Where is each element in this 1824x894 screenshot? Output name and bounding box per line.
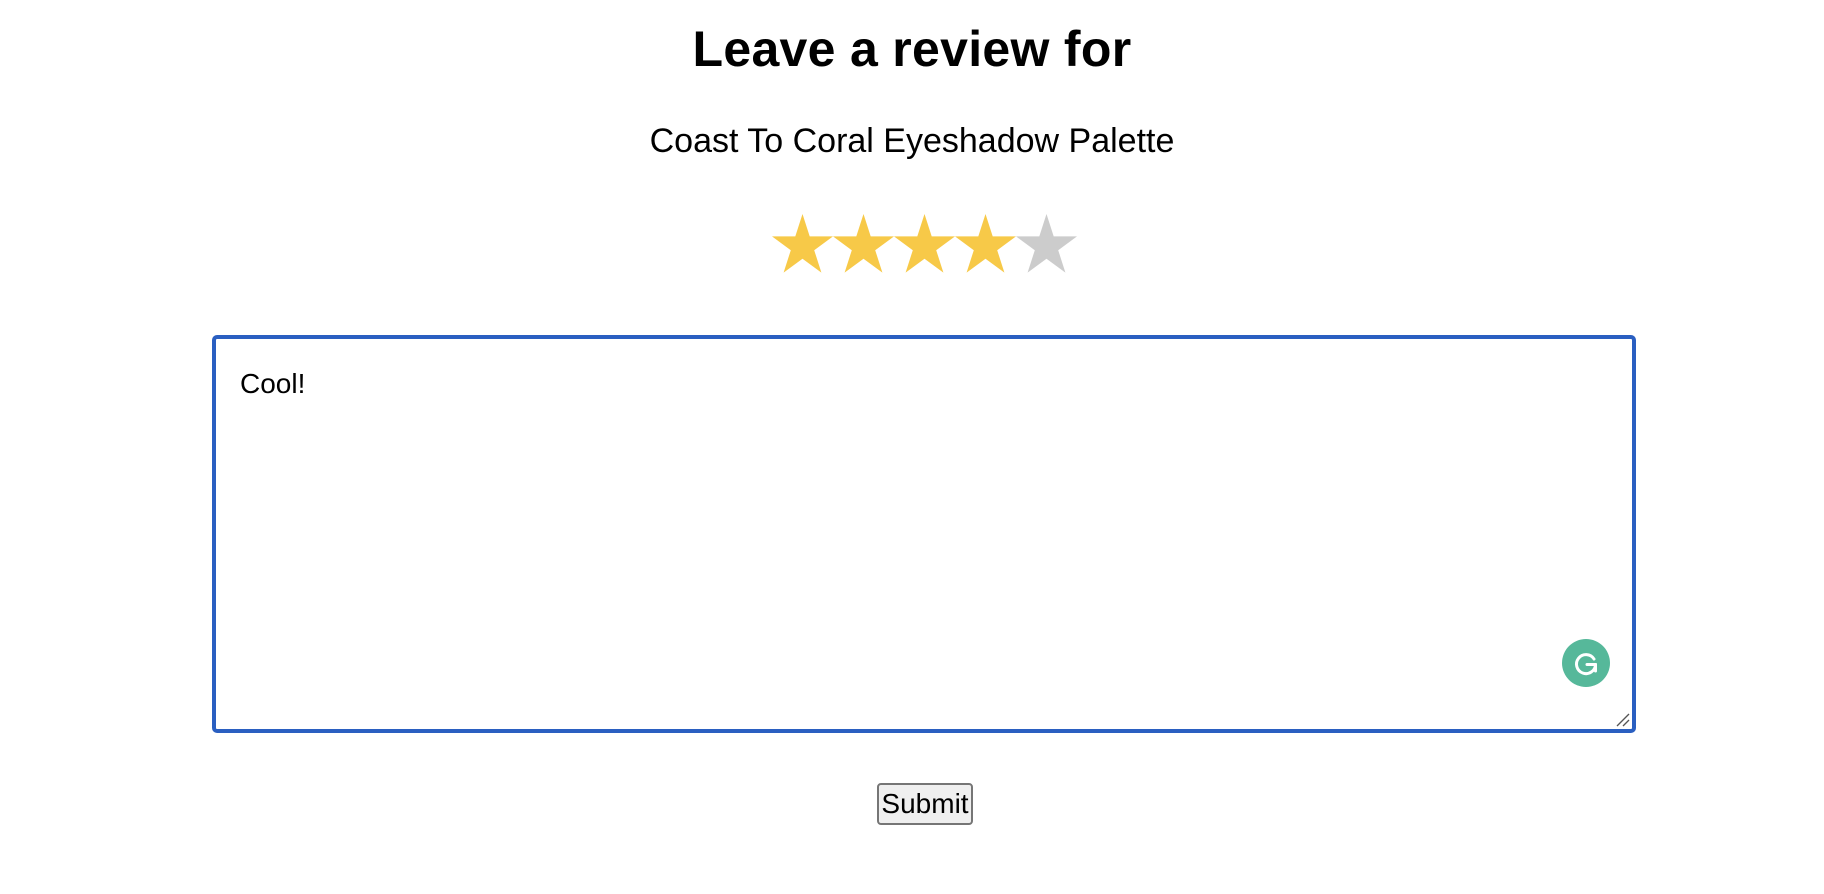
star-icon[interactable] (894, 214, 955, 278)
page-title: Leave a review for (692, 21, 1132, 77)
grammarly-icon[interactable] (1562, 639, 1610, 687)
review-page: Leave a review for Coast To Coral Eyesha… (0, 0, 1824, 894)
review-textarea[interactable]: Cool! (212, 335, 1636, 733)
star-icon[interactable] (833, 214, 894, 278)
star-rating[interactable] (772, 214, 1084, 278)
star-icon[interactable] (1016, 214, 1077, 278)
review-text: Cool! (240, 368, 306, 399)
resize-handle-icon[interactable] (1614, 711, 1630, 727)
star-icon[interactable] (955, 214, 1016, 278)
product-name: Coast To Coral Eyeshadow Palette (649, 122, 1175, 160)
submit-button[interactable]: Submit (877, 783, 973, 825)
star-icon[interactable] (772, 214, 833, 278)
